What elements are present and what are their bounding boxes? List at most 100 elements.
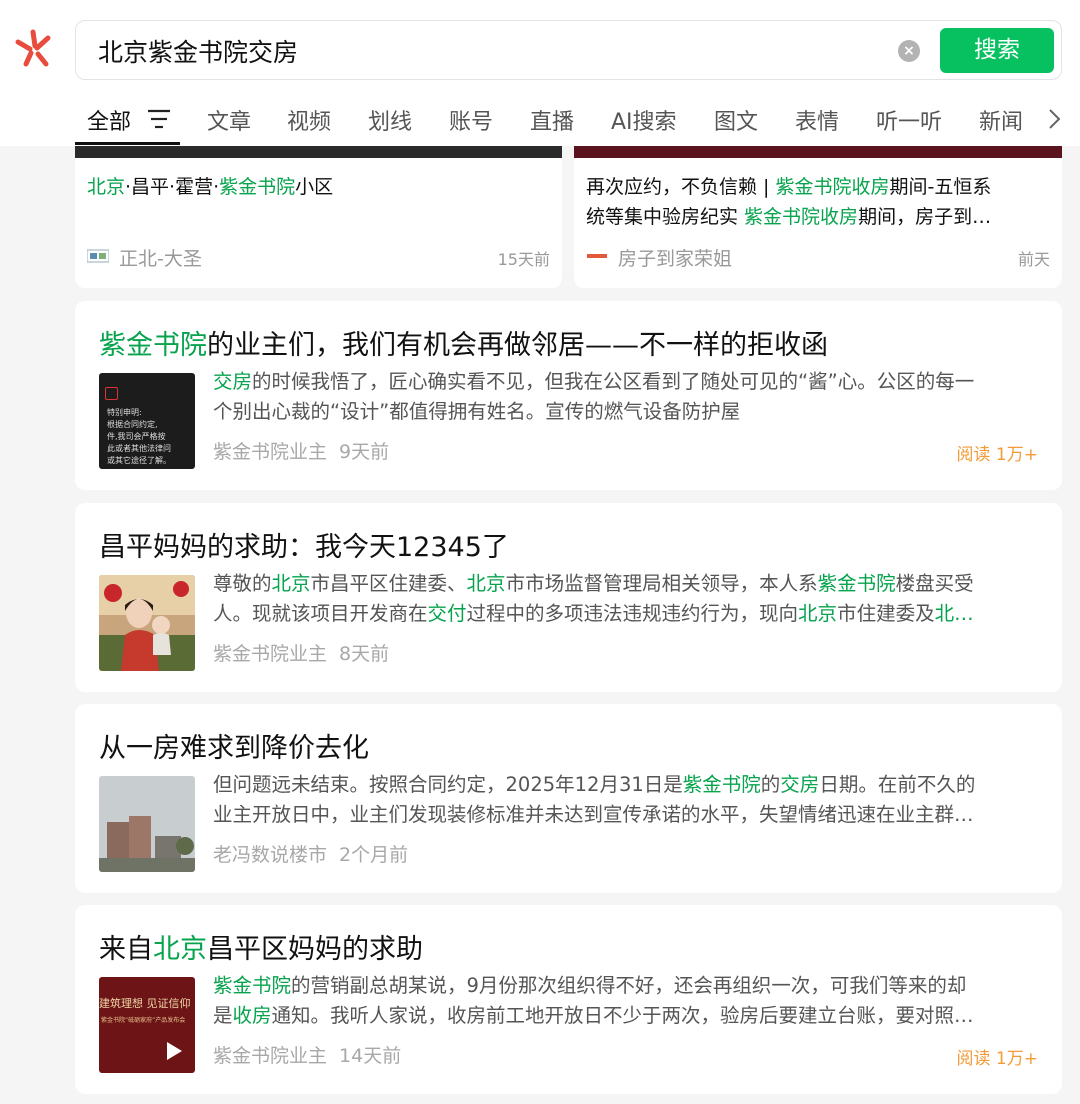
thumbnail-image[interactable] [99,776,195,872]
snippet-text: 是 [213,1004,233,1027]
tab-news[interactable]: 新闻 [979,104,1023,136]
result-card[interactable]: 从一房难求到降价去化 但问题远未结束。按照合同约定，2025年12月31日是紫金… [75,704,1062,893]
source-avatar-icon [586,252,608,260]
title-text: 期间，房子到… [858,206,992,228]
snippet-text: 但问题远未结束。按照合同约定，2025年12月31日是 [213,773,683,796]
thumbnail-image[interactable] [99,575,195,671]
result-title[interactable]: 紫金书院的业主们，我们有机会再做邻居——不一样的拒收函 [99,323,828,362]
highlight-text: 北京 [153,934,207,965]
result-card-partial-2[interactable]: 再次应约，不负信赖 | 紫金书院收房期间-五恒系 统等集中验房纪实 紫金书院收房… [574,126,1062,288]
title-text: 再次应约，不负信赖 | [586,176,776,198]
source-name[interactable]: 正北-大圣 [119,244,202,271]
result-card[interactable]: 来自北京昌平区妈妈的求助 建筑理想 见证信仰 紫金书院“砥砺家府”产品发布会 紫… [75,905,1062,1094]
snippet-text: 市昌平区住建委、 [310,572,467,595]
highlight-text: 紫金书院收房 [744,206,859,228]
source-name[interactable]: 紫金书院业主 [213,1045,327,1067]
source-name[interactable]: 紫金书院业主 [213,643,327,665]
tab-highlights[interactable]: 划线 [368,104,412,136]
tab-accounts[interactable]: 账号 [449,104,493,136]
filter-icon[interactable] [147,108,171,130]
snippet-text: 过程中的多项违法违规违约行为，现向 [466,602,799,625]
source-name[interactable]: 老冯数说楼市 [213,844,327,866]
search-input[interactable] [98,33,878,69]
result-snippet: 尊敬的北京市昌平区住建委、北京市市场监督管理局相关领导，本人系紫金书院楼盘买受 … [213,569,1038,629]
highlight-text: 北京 [466,572,506,595]
highlight-text: 紫金书院收房 [775,176,890,198]
publish-time: 2个月前 [339,844,409,866]
publish-time: 14天前 [339,1045,402,1067]
snippet-text: 个别出心裁的“设计”都值得拥有姓名。宣传的燃气设备防护屋 [213,400,741,423]
snippet-text: 尊敬的 [213,572,272,595]
tab-bar: 全部 文章 视频 划线 账号 直播 AI搜索 图文 表情 听一听 新闻 [0,96,1080,146]
highlight-text: 北京 [798,602,838,625]
tab-videos[interactable]: 视频 [287,104,331,136]
result-meta: 紫金书院业主 8天前 [213,639,389,666]
active-tab-indicator [75,142,180,145]
thumbnail-text-line: 此或者其他法律问 [107,444,171,453]
snippet-text: 通知。我听人家说，收房前工地开放日不少于两次，验房后要建立台账，要对照… [271,1004,974,1027]
highlight-text: 北京 [87,176,126,198]
thumbnail-caption: 紫金书院“砥砺家府”产品发布会 [101,1017,186,1024]
read-count: 阅读 1万+ [956,1049,1038,1069]
tab-all[interactable]: 全部 [87,104,131,136]
result-snippet: 交房的时候我悟了，匠心确实看不见，但我在公区看到了随处可见的“酱”心。公区的每一… [213,367,1038,427]
title-text: 昌平区妈妈的求助 [207,934,423,965]
highlight-text: 紫金书院 [219,176,296,198]
title-text: 从一房难求到降价去化 [99,733,369,764]
thumbnail-video[interactable]: 建筑理想 见证信仰 紫金书院“砥砺家府”产品发布会 [99,977,195,1073]
snippet-text: 业主开放日中，业主们发现装修标准并未达到宣传承诺的水平，失望情绪迅速在业主群… [213,803,974,826]
highlight-text: 紫金书院 [817,572,896,595]
result-title[interactable]: 来自北京昌平区妈妈的求助 [99,927,423,966]
result-card[interactable]: 昌平妈妈的求助：我今天12345了 尊敬的北京市昌平区住建委、北京市市场监督管理… [75,503,1062,692]
top-bar: × 搜索 全部 文章 视频 划线 账号 直播 AI搜索 图文 表情 听一听 新闻 [0,0,1080,146]
tab-live[interactable]: 直播 [530,104,574,136]
play-icon[interactable] [165,1041,183,1061]
highlight-text: 北… [934,602,974,625]
tab-ai-search[interactable]: AI搜索 [611,104,677,136]
snippet-text: 日期。在前不久的 [819,773,976,796]
search-box: × 搜索 [75,20,1062,80]
publish-time: 8天前 [339,643,390,665]
result-card[interactable]: 紫金书院的业主们，我们有机会再做邻居——不一样的拒收函 特别申明: 根据合同约定… [75,301,1062,490]
app-logo-icon[interactable] [12,28,54,70]
snippet-text: 市住建委及 [837,602,935,625]
tab-articles[interactable]: 文章 [207,104,251,136]
result-title[interactable]: 昌平妈妈的求助：我今天12345了 [99,525,509,564]
snippet-text: 的 [760,773,781,796]
title-text: ·昌平·霍营· [125,176,220,198]
source-name[interactable]: 紫金书院业主 [213,441,327,463]
result-snippet: 紫金书院的营销副总胡某说，9月份那次组织得不好，还会再组织一次，可我们等来的却 … [213,971,1038,1031]
publish-time: 15天前 [497,250,550,269]
title-text: 的业主们，我们有机会再做邻居——不一样的拒收函 [207,330,828,361]
logo-mark-icon [105,387,118,400]
title-text: 期间-五恒系 [889,176,992,198]
tab-image-text[interactable]: 图文 [714,104,758,136]
clear-icon[interactable]: × [898,40,920,62]
highlight-text: 交付 [427,602,467,625]
snippet-text: 的营销副总胡某说，9月份那次组织得不好，还会再组织一次，可我们等来的却 [291,974,967,997]
highlight-text: 紫金书院 [99,330,207,361]
thumbnail-title: 建筑理想 见证信仰 [99,997,191,1010]
snippet-text: 市市场监督管理局相关领导，本人系 [505,572,818,595]
tab-listen[interactable]: 听一听 [876,104,942,136]
result-card-partial-1[interactable]: 北京·昌平·霍营·紫金书院小区 正北-大圣 15天前 [75,126,562,288]
chevron-right-icon[interactable] [1044,104,1066,134]
thumbnail-text-line: 特别申明: [107,408,142,417]
snippet-text: 的时候我悟了，匠心确实看不见，但我在公区看到了随处可见的“酱”心。公区的每一 [252,370,975,393]
tab-stickers[interactable]: 表情 [795,104,839,136]
highlight-text: 紫金书院 [213,974,292,997]
read-count: 阅读 1万+ [956,445,1038,465]
title-text: 统等集中验房纪实 [586,206,745,228]
result-title: 北京·昌平·霍营·紫金书院小区 [87,172,333,202]
search-button[interactable]: 搜索 [940,28,1054,73]
thumbnail-text-line: 根据合同约定, [107,420,158,429]
snippet-text: 人。现就该项目开发商在 [213,602,428,625]
source-name[interactable]: 房子到家荣姐 [618,244,732,271]
highlight-text: 紫金书院 [682,773,761,796]
thumbnail-text-line: 件,我司会严格按 [107,432,166,441]
thumbnail-image[interactable]: 特别申明: 根据合同约定, 件,我司会严格按 此或者其他法律问 或其它途径了解。 [99,373,195,469]
title-text: 来自 [99,934,153,965]
highlight-text: 交房 [780,773,820,796]
thumbnail-text: 特别申明: 根据合同约定, 件,我司会严格按 此或者其他法律问 或其它途径了解。 [107,407,171,467]
result-title[interactable]: 从一房难求到降价去化 [99,726,369,765]
